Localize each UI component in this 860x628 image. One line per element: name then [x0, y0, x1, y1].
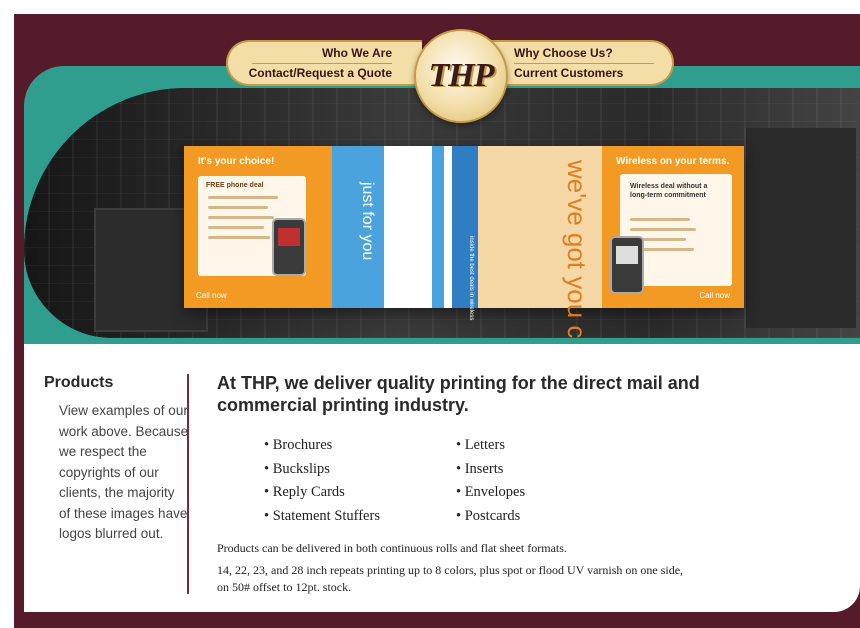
panel2-vertical-text: just for you [359, 182, 376, 261]
nav-why-choose-us[interactable]: Why Choose Us? [514, 44, 613, 63]
product-list-left: Brochures Buckslips Reply Cards Statemen… [264, 434, 380, 528]
list-item: Brochures [264, 434, 380, 458]
list-item: Buckslips [264, 458, 380, 482]
vertical-divider [187, 374, 189, 594]
panel4-footer: Call now [699, 291, 730, 300]
nav-current-customers[interactable]: Current Customers [514, 64, 623, 83]
hero-banner: It's your choice! FREE phone deal Call n… [24, 88, 860, 338]
specs-paragraph: 14, 22, 23, and 28 inch repeats printing… [217, 563, 684, 594]
content-area: Products View examples of our work above… [24, 344, 860, 612]
list-item: Inserts [456, 458, 525, 482]
logo-text: THP [428, 57, 495, 94]
list-item: Statement Stuffers [264, 505, 380, 529]
panel3-tab-text: inside the best deals in wireless [468, 236, 474, 321]
thp-logo[interactable]: THP [414, 29, 508, 123]
brochure-sample: It's your choice! FREE phone deal Call n… [184, 146, 744, 338]
panel4-subtitle: Wireless deal without a long-term commit… [630, 183, 708, 199]
nav-right: Why Choose Us? Current Customers [484, 40, 674, 86]
panel4-title: Wireless on your terms. [616, 156, 730, 167]
sidebar-text: View examples of our work above. Because… [59, 403, 189, 541]
product-list-right: Letters Inserts Envelopes Postcards [456, 434, 525, 528]
page-frame: It's your choice! FREE phone deal Call n… [14, 14, 860, 628]
panel1-subtitle: FREE phone deal [206, 182, 264, 189]
list-item: Letters [456, 434, 525, 458]
nav-left: Who We Are Contact/Request a Quote [226, 40, 422, 86]
formats-paragraph: Products can be delivered in both contin… [217, 541, 567, 555]
list-item: Postcards [456, 505, 525, 529]
brochure-panel-1: It's your choice! FREE phone deal Call n… [184, 146, 332, 308]
list-item: Reply Cards [264, 481, 380, 505]
phone-image [272, 218, 306, 276]
panel1-title: It's your choice! [198, 156, 275, 167]
brochure-panel-4: Wireless on your terms. Wireless deal wi… [602, 146, 744, 308]
printing-machine-right [744, 128, 856, 328]
panel3-vertical-text: we've got you covered [562, 160, 592, 338]
list-item: Envelopes [456, 481, 525, 505]
nav-contact-request-quote[interactable]: Contact/Request a Quote [249, 64, 392, 83]
panel1-footer: Call now [196, 291, 227, 300]
brochure-panel-3: inside the best deals in wireless we've … [452, 146, 602, 338]
brochure-panel-2: just for you [332, 146, 452, 308]
sidebar-title: Products [44, 374, 114, 391]
nav-who-we-are[interactable]: Who We Are [322, 44, 392, 63]
phone-image-2 [610, 236, 644, 294]
main-headline: At THP, we deliver quality printing for … [217, 373, 700, 415]
